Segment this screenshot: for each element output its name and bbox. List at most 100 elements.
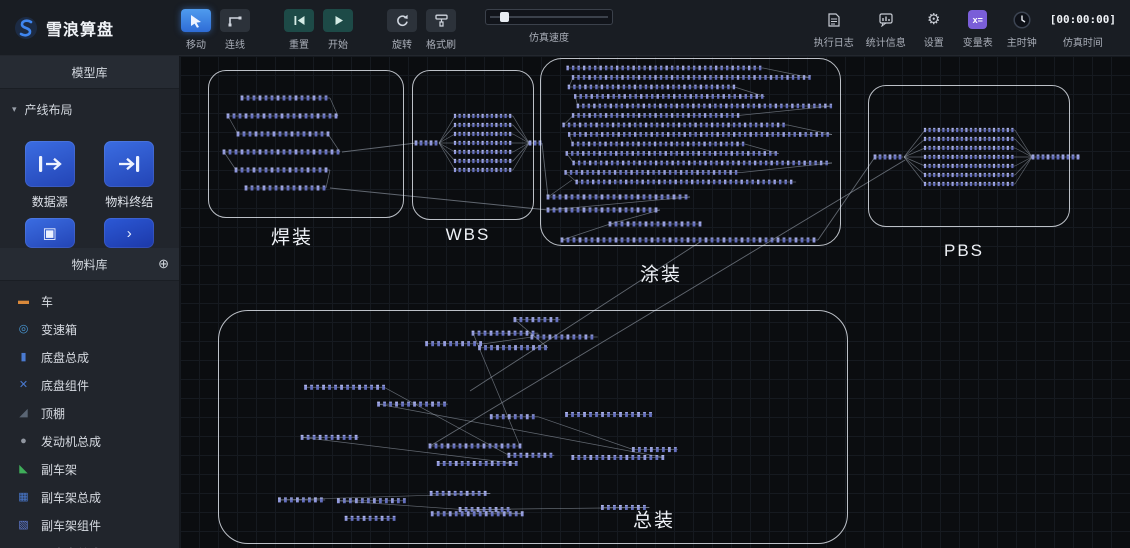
sim-speed-slider[interactable]: [485, 9, 613, 25]
material-label: 底盘总成: [41, 349, 89, 366]
material-item[interactable]: ◣ 副车架: [0, 455, 179, 483]
sim-speed-thumb[interactable]: [500, 12, 509, 22]
document-icon: [828, 9, 840, 30]
material-end-label: 物料终结: [105, 193, 153, 210]
start-button[interactable]: 开始: [322, 9, 354, 51]
main-clock-label: 主时钟: [1007, 34, 1037, 49]
main-clock-button[interactable]: 主时钟: [1006, 9, 1038, 49]
sim-speed-control[interactable]: 仿真速度: [482, 9, 616, 44]
topbar: 雪浪算盘 移动 连线 重置: [0, 0, 1130, 56]
move-label: 移动: [186, 36, 206, 51]
model-library-header: 模型库: [0, 56, 179, 89]
sim-time: [00:00:00] 仿真时间: [1050, 9, 1116, 49]
material-icon: ▦: [16, 492, 31, 503]
material-icon: ✕: [16, 380, 31, 391]
start-label: 开始: [328, 36, 348, 51]
move-tool[interactable]: 移动: [180, 9, 212, 51]
cursor-icon: [181, 9, 211, 32]
stats-button[interactable]: 统计信息: [866, 9, 906, 49]
model-grid-partial: ▣ ›: [0, 218, 179, 248]
material-icon: ▬: [16, 296, 31, 307]
rotate-tool[interactable]: 旋转: [386, 9, 418, 51]
sim-time-label: 仿真时间: [1063, 34, 1103, 49]
exec-log-label: 执行日志: [814, 34, 854, 49]
connect-tool[interactable]: 连线: [219, 9, 251, 51]
connect-label: 连线: [225, 36, 245, 51]
model-grid: 数据源 物料终结: [0, 129, 179, 210]
model-item-partial-1[interactable]: ▣: [25, 218, 75, 248]
model-item-datasource[interactable]: 数据源: [25, 141, 75, 210]
connect-line-icon: [220, 9, 250, 32]
app-logo-icon: [14, 16, 38, 40]
material-icon: ●: [16, 436, 31, 447]
var-table-button[interactable]: x= 变量表: [962, 9, 994, 49]
settings-label: 设置: [924, 34, 944, 49]
material-icon: ▮: [16, 352, 31, 363]
model-partial-icon-2: ›: [104, 218, 154, 248]
rotate-icon: [387, 9, 417, 32]
material-item[interactable]: ▮ 底盘总成: [0, 343, 179, 371]
line-layout-toggle[interactable]: ▾ 产线布局: [0, 89, 179, 129]
datasource-label: 数据源: [32, 193, 68, 210]
material-item[interactable]: ▧ 副车架组件: [0, 511, 179, 539]
material-icon: ◎: [16, 324, 31, 335]
format-brush-icon: [426, 9, 456, 32]
simulation-canvas[interactable]: [180, 56, 1130, 548]
material-item[interactable]: ✕ 底盘组件: [0, 371, 179, 399]
datasource-icon: [25, 141, 75, 187]
stats-chart-icon: [879, 9, 893, 30]
material-label: 车: [41, 293, 53, 310]
settings-button[interactable]: ⚙ 设置: [918, 9, 950, 49]
stats-label: 统计信息: [866, 34, 906, 49]
exec-log-button[interactable]: 执行日志: [814, 9, 854, 49]
material-item[interactable]: ▦ 副车架总成: [0, 483, 179, 511]
model-item-partial-2[interactable]: ›: [104, 218, 154, 248]
material-label: 副车架组件: [41, 517, 101, 534]
model-partial-icon-1: ▣: [25, 218, 75, 248]
material-library-title: 物料库: [71, 256, 107, 273]
material-label: 底盘组件: [41, 377, 89, 394]
material-list: ▬车◎变速箱▮底盘总成✕底盘组件◢顶棚●发动机总成◣副车架▦副车架总成▧副车架组…: [0, 281, 179, 548]
material-label: 顶棚: [41, 405, 65, 422]
material-item[interactable]: ● 发动机总成: [0, 427, 179, 455]
material-item[interactable]: ◎ 变速箱: [0, 315, 179, 343]
reset-button[interactable]: 重置: [283, 9, 315, 51]
material-label: 副车架总成: [41, 489, 101, 506]
format-brush-label: 格式刷: [426, 36, 456, 51]
app-window: 雪浪算盘 移动 连线 重置: [0, 0, 1130, 548]
material-icon: ◢: [16, 408, 31, 419]
material-label: 变速箱: [41, 321, 77, 338]
format-brush-tool[interactable]: 格式刷: [425, 9, 457, 51]
model-item-material-end[interactable]: 物料终结: [104, 141, 154, 210]
caret-down-icon: ▾: [12, 104, 17, 115]
model-library-title: 模型库: [71, 64, 107, 81]
sim-speed-label: 仿真速度: [529, 29, 569, 44]
skip-to-start-icon: [284, 9, 314, 32]
reset-label: 重置: [289, 36, 309, 51]
var-table-label: 变量表: [963, 34, 993, 49]
clock-icon: [1013, 9, 1031, 30]
material-item[interactable]: ▬车: [0, 287, 179, 315]
sim-time-value: [00:00:00]: [1050, 9, 1116, 30]
add-material-icon[interactable]: ⊕: [158, 256, 169, 272]
gear-icon: ⚙: [927, 12, 940, 27]
material-label: 发动机总成: [41, 433, 101, 450]
rotate-label: 旋转: [392, 36, 412, 51]
toolbar-left: 移动 连线 重置 开始: [180, 0, 616, 51]
canvas-area: 焊装WBS涂装PBS总装: [180, 56, 1130, 548]
material-label: 仪表盘总成: [41, 545, 101, 548]
line-layout-label: 产线布局: [25, 101, 73, 118]
variable-table-icon: x=: [968, 10, 987, 29]
material-item[interactable]: ◔仪表盘总成: [0, 539, 179, 548]
sidebar: 模型库 ▾ 产线布局 数据源: [0, 56, 180, 548]
material-library-header: 物料库 ⊕: [0, 248, 179, 281]
material-label: 副车架: [41, 461, 77, 478]
toolbar-right: 执行日志 统计信息 ⚙ 设置 x= 变量表 主时钟: [814, 0, 1130, 49]
play-icon: [323, 9, 353, 32]
material-item[interactable]: ◢ 顶棚: [0, 399, 179, 427]
material-icon: ◣: [16, 464, 31, 475]
app-title: 雪浪算盘: [46, 16, 114, 40]
material-icon: ▧: [16, 520, 31, 531]
app-logo: 雪浪算盘: [0, 0, 180, 56]
material-end-icon: [104, 141, 154, 187]
